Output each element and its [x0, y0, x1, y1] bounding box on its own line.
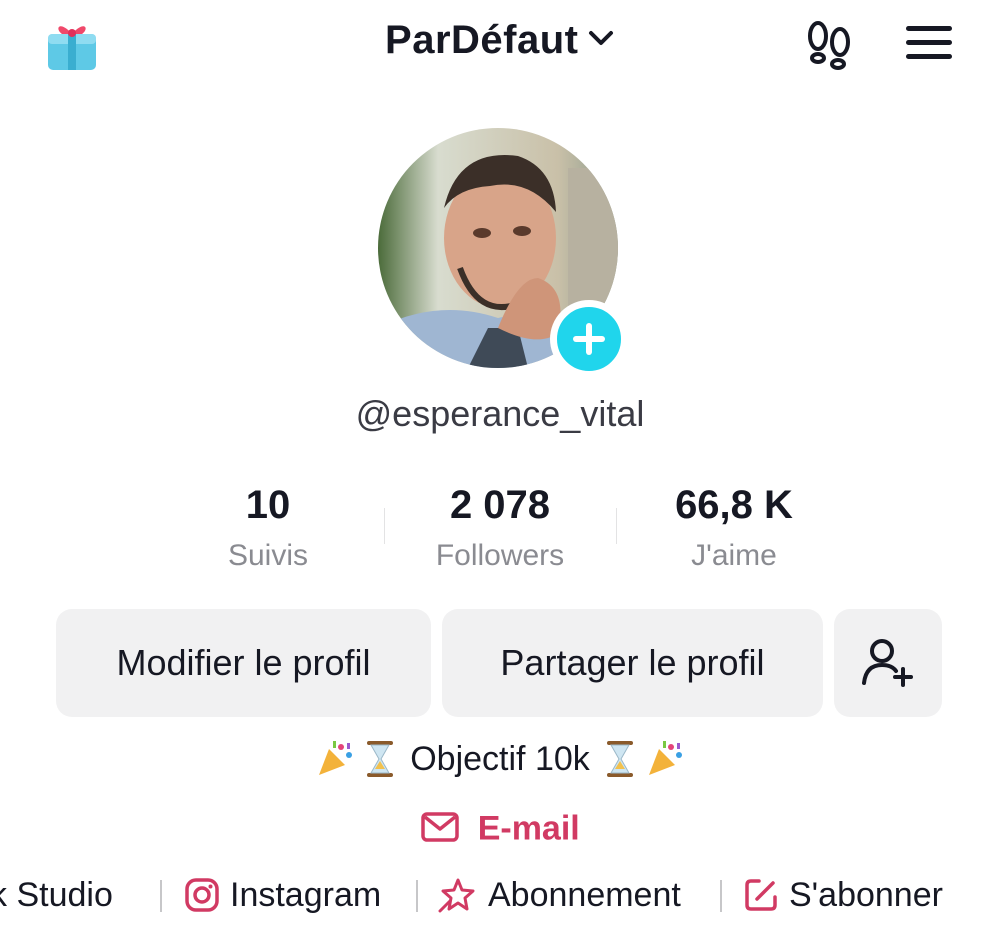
following-count: 10	[245, 483, 291, 527]
likes-count: 66,8 K	[675, 483, 793, 527]
subscription-star-icon	[438, 878, 475, 913]
username: @esperance_vital	[355, 393, 645, 434]
link-separator	[416, 880, 418, 912]
menu-button[interactable]	[900, 18, 958, 68]
subscription-link-label: Abonnement	[488, 875, 681, 914]
link-separator	[160, 880, 162, 912]
followers-stat[interactable]: 2 078 Followers	[380, 482, 620, 574]
link-separator	[720, 880, 722, 912]
add-user-icon	[862, 639, 913, 687]
studio-link-label: k Studio	[0, 875, 113, 914]
party-popper-icon	[319, 741, 353, 776]
footprints-icon	[808, 21, 850, 70]
hamburger-menu-icon	[906, 26, 952, 59]
followers-label: Followers	[435, 539, 565, 572]
studio-link[interactable]: k Studio	[0, 870, 113, 920]
instagram-link-label: Instagram	[230, 875, 382, 914]
account-name: ParDéfaut	[385, 18, 579, 62]
hourglass-icon	[607, 741, 634, 778]
following-stat[interactable]: 10 Suivis	[148, 482, 388, 574]
bio-text: Objectif 10k	[410, 739, 590, 778]
followers-count: 2 078	[449, 483, 551, 527]
instagram-link[interactable]: Instagram	[184, 870, 381, 920]
email-link[interactable]: E-mail	[0, 808, 1000, 849]
hourglass-icon	[366, 741, 393, 778]
chevron-down-icon	[588, 30, 613, 45]
instagram-icon	[185, 878, 219, 912]
following-label: Suivis	[227, 539, 309, 572]
profile-links-row: k Studio Instagram Abonnement S'abonner	[0, 870, 1000, 920]
share-profile-button[interactable]: Partager le profil	[442, 609, 823, 717]
likes-label: J'aime	[691, 539, 777, 572]
envelope-icon	[421, 812, 459, 842]
add-avatar-button[interactable]	[550, 300, 628, 378]
edit-square-icon	[745, 879, 777, 911]
profile-visitors-button[interactable]	[800, 14, 858, 72]
subscribe-link-label: S'abonner	[789, 875, 943, 914]
party-popper-icon	[648, 741, 682, 776]
edit-profile-button[interactable]: Modifier le profil	[56, 609, 431, 717]
plus-icon	[573, 323, 605, 355]
add-friend-button[interactable]	[834, 609, 942, 717]
subscribe-link[interactable]: S'abonner	[743, 870, 943, 920]
likes-stat[interactable]: 66,8 K J'aime	[614, 482, 854, 574]
email-label: E-mail	[477, 809, 580, 848]
subscription-link[interactable]: Abonnement	[438, 870, 681, 920]
bio: Objectif 10k	[0, 738, 1000, 779]
